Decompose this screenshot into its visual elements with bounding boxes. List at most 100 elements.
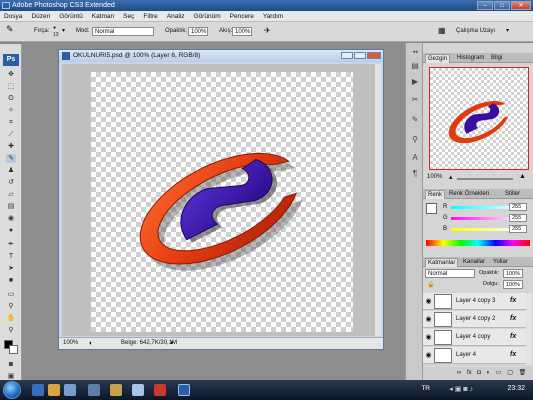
tab-bilgi[interactable]: Bilgi: [489, 54, 504, 63]
channel-r-value[interactable]: 255: [509, 203, 527, 211]
marquee-icon[interactable]: ⬚: [6, 82, 16, 91]
photoshop-taskbar-icon[interactable]: [178, 384, 190, 396]
menu-item-goruntu[interactable]: Görüntü: [59, 13, 83, 20]
channel-g-value[interactable]: 255: [509, 214, 527, 222]
taskbar-app-2[interactable]: [110, 384, 122, 396]
adjustment-layer-icon[interactable]: ◐: [487, 370, 491, 376]
taskbar-app-3[interactable]: [132, 384, 144, 396]
add-mask-icon[interactable]: ◘: [477, 370, 481, 376]
hand-icon[interactable]: ✋: [6, 314, 16, 323]
layer-blend-mode-select[interactable]: Normal: [425, 269, 475, 278]
eyedropper-icon[interactable]: ⚲: [6, 302, 16, 311]
canvas[interactable]: [91, 72, 353, 332]
new-group-icon[interactable]: ▭: [496, 370, 502, 376]
blur-icon[interactable]: ◉: [6, 214, 16, 223]
move-icon[interactable]: ✥: [6, 70, 16, 79]
type-icon[interactable]: T: [6, 252, 16, 261]
fx-icon[interactable]: fx: [510, 351, 516, 358]
menu-item-dosya[interactable]: Dosya: [4, 13, 22, 20]
brush-tool-preset-icon[interactable]: ✎: [6, 25, 14, 34]
tool-presets-icon[interactable]: ✂: [410, 95, 420, 105]
menu-item-pencere[interactable]: Pencere: [230, 13, 254, 20]
character-panel-icon[interactable]: A: [410, 153, 420, 163]
start-button[interactable]: [3, 381, 21, 399]
paragraph-panel-icon[interactable]: ¶: [410, 169, 420, 179]
menu-item-sec[interactable]: Seç: [123, 13, 134, 20]
new-layer-icon[interactable]: ▢: [507, 370, 513, 376]
fx-icon[interactable]: fx: [510, 315, 516, 322]
clone-source-icon[interactable]: ⚲: [410, 135, 420, 145]
quick-mask-icon[interactable]: ◙: [6, 360, 16, 369]
zoom-in-icon[interactable]: ▲: [519, 173, 526, 180]
visibility-eye-icon[interactable]: ◉: [424, 351, 433, 360]
show-desktop-icon[interactable]: [64, 384, 76, 396]
color-spectrum-ramp[interactable]: [426, 240, 530, 246]
workspace-button[interactable]: Çalışma Uzayı: [456, 27, 495, 36]
menu-item-yardim[interactable]: Yardım: [263, 13, 283, 20]
palette-well-icon[interactable]: ▦: [438, 26, 446, 35]
add-style-icon[interactable]: fx: [467, 370, 472, 376]
doc-zoom-level[interactable]: 100%: [63, 338, 78, 349]
tab-histogram[interactable]: Histogram: [455, 54, 486, 63]
taskbar-app-4[interactable]: [154, 384, 166, 396]
brush-icon[interactable]: ✎: [6, 154, 16, 163]
zoom-icon[interactable]: ⚲: [6, 326, 16, 335]
color-foreground-swatch[interactable]: [426, 203, 437, 214]
document-vertical-scrollbar[interactable]: [375, 64, 381, 336]
status-arrow-icon[interactable]: ▸: [171, 338, 174, 349]
notes-icon[interactable]: ▭: [6, 290, 16, 299]
taskbar-clock[interactable]: 23:32: [507, 385, 525, 392]
history-panel-icon[interactable]: ▤: [410, 61, 420, 71]
explorer-icon[interactable]: [48, 384, 60, 396]
zoom-out-icon[interactable]: ▴: [449, 173, 453, 181]
navigator-zoom-slider[interactable]: [457, 178, 513, 180]
collapse-dock-icon[interactable]: ◂◂: [410, 47, 420, 57]
navigator-view-frame[interactable]: [429, 67, 529, 170]
flow-input[interactable]: 100%: [232, 27, 252, 36]
brushes-panel-icon[interactable]: ✎: [410, 115, 420, 125]
taskbar-app-1[interactable]: [88, 384, 100, 396]
fx-icon[interactable]: fx: [510, 297, 516, 304]
tab-gezgin[interactable]: Gezgin: [425, 54, 451, 63]
path-select-icon[interactable]: ➤: [6, 264, 16, 273]
ie-icon[interactable]: [32, 384, 44, 396]
gradient-icon[interactable]: ▤: [6, 202, 16, 211]
visibility-eye-icon[interactable]: ◉: [424, 315, 433, 324]
doc-maximize-button[interactable]: [354, 52, 366, 59]
tab-renk[interactable]: Renk: [425, 190, 446, 199]
minimize-button[interactable]: –: [477, 1, 493, 10]
tab-yollar[interactable]: Yollar: [491, 258, 510, 267]
airbrush-icon[interactable]: ✈: [264, 26, 271, 35]
tray-icons[interactable]: ◂ ▣ ◙ ♪: [449, 385, 473, 393]
doc-minimize-button[interactable]: [341, 52, 353, 59]
background-color-swatch[interactable]: [9, 345, 18, 354]
language-indicator[interactable]: TR: [421, 385, 430, 392]
eraser-icon[interactable]: ▱: [6, 190, 16, 199]
magic-wand-icon[interactable]: ✧: [6, 106, 16, 115]
fx-icon[interactable]: fx: [510, 333, 516, 340]
stamp-icon[interactable]: ♟: [6, 166, 16, 175]
layer-row[interactable]: ◉ Layer 4 fx: [423, 347, 526, 364]
menu-item-katman[interactable]: Katman: [92, 13, 114, 20]
status-menu-icon[interactable]: ◐: [89, 338, 93, 349]
navigator-zoom[interactable]: 100%: [427, 174, 442, 180]
visibility-eye-icon[interactable]: ◉: [424, 333, 433, 342]
doc-close-button[interactable]: [367, 52, 381, 59]
opacity-input[interactable]: 100%: [188, 27, 208, 36]
crop-icon[interactable]: ⌗: [6, 118, 16, 127]
menu-item-filtre[interactable]: Filtre: [143, 13, 157, 20]
dodge-icon[interactable]: ●: [6, 226, 16, 235]
lock-icon[interactable]: 🔒: [427, 281, 434, 288]
tab-renk-ornekleri[interactable]: Renk Örnekleri: [447, 190, 491, 199]
close-button[interactable]: ✕: [511, 1, 531, 10]
layers-scrollbar[interactable]: [526, 293, 532, 365]
history-brush-icon[interactable]: ↺: [6, 178, 16, 187]
tab-katmanlar[interactable]: Katmanlar: [425, 258, 459, 267]
layer-fill-input[interactable]: 100%: [503, 280, 523, 289]
menu-item-gorunum[interactable]: Görünüm: [194, 13, 221, 20]
tab-kanallar[interactable]: Kanallar: [461, 258, 487, 267]
visibility-eye-icon[interactable]: ◉: [424, 297, 433, 306]
chevron-down-icon[interactable]: ▾: [62, 27, 65, 36]
channel-b-value[interactable]: 255: [509, 225, 527, 233]
link-layers-icon[interactable]: ∞: [457, 370, 461, 376]
